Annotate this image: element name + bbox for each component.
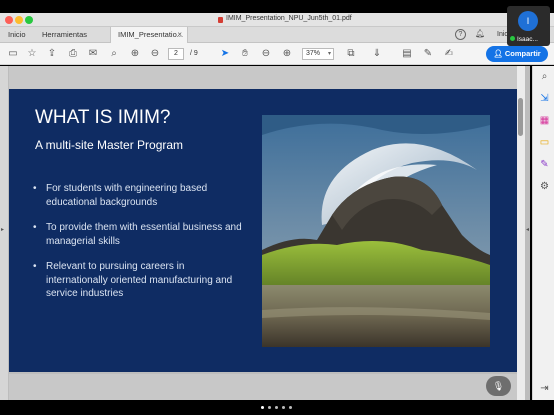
bullet-text: Relevant to pursuing careers in internat… (46, 261, 233, 299)
bookmark-star-icon[interactable]: ☆ (25, 47, 39, 61)
email-icon[interactable]: ✉ (86, 47, 100, 61)
mountain-photo (262, 115, 490, 347)
toolbar: ▭ ☆ ⇪ ⎙ ✉ ⌕ ⊕ ⊖ 2 / 9 ➤ ✋︎ ⊖ ⊕ 37% ▾ ⧉ ⇓… (0, 43, 554, 65)
bottom-bar (0, 400, 554, 415)
microphone-mute-button[interactable]: 🎙︎ (486, 376, 511, 396)
export-pdf-icon[interactable]: ⇲ (538, 92, 551, 105)
sign-icon[interactable]: ✍︎ (442, 47, 456, 61)
zoom-select[interactable]: 37% ▾ (302, 48, 334, 60)
avatar: I (518, 11, 538, 31)
vertical-scrollbar[interactable] (517, 66, 525, 400)
print-icon[interactable]: ⎙ (66, 47, 80, 61)
search-zoom-icon[interactable]: ⌕ (538, 70, 551, 83)
window-title-bar: IMIM_Presentation_NPU_Jun5th_01.pdf (0, 13, 554, 27)
fill-sign-icon[interactable]: ✎ (538, 158, 551, 171)
video-participant-tile[interactable]: I Isaac... (507, 6, 550, 46)
screen: IMIM_Presentation_NPU_Jun5th_01.pdf Inic… (0, 0, 554, 415)
bullet-text: For students with engineering based educ… (46, 183, 208, 208)
slide-page: WHAT IS IMIM? A multi-site Master Progra… (9, 89, 517, 372)
upload-icon[interactable]: ⇪ (45, 47, 59, 61)
tab-close-icon[interactable]: × (177, 27, 182, 43)
pager-dot[interactable] (261, 406, 264, 409)
window-title: IMIM_Presentation_NPU_Jun5th_01.pdf (226, 15, 352, 22)
mic-off-icon: 🎙︎ (492, 381, 505, 391)
slide-title: WHAT IS IMIM? (35, 107, 171, 128)
tab-bar: Inicio Herramientas IMIM_Presentatio... … (0, 27, 554, 43)
list-item: • Relevant to pursuing careers in interna… (33, 260, 248, 301)
page-up-icon[interactable]: ⊕ (128, 47, 142, 61)
scrollbar-thumb[interactable] (518, 98, 523, 136)
hand-tool-icon[interactable]: ✋︎ (238, 47, 252, 61)
save-icon[interactable]: ▭ (6, 47, 20, 61)
pager-dot[interactable] (268, 406, 271, 409)
bullet-icon: • (33, 261, 37, 272)
bullet-text: To provide them with essential business … (46, 222, 242, 247)
zoom-search-icon[interactable]: ⌕ (107, 47, 121, 61)
page-count: / 9 (190, 50, 198, 57)
share-button-label: Compartir (504, 49, 541, 58)
participant-name: Isaac... (510, 36, 538, 43)
slide-subtitle: A multi-site Master Program (35, 138, 184, 152)
bullet-list: • For students with engineering based edu… (33, 182, 248, 313)
help-icon[interactable]: ? (455, 29, 466, 40)
share-icon: 👤︎ (493, 49, 505, 58)
edit-pdf-icon[interactable]: ▦ (538, 114, 551, 127)
window-close-button[interactable] (5, 16, 13, 24)
window-minimize-button[interactable] (15, 16, 23, 24)
window-maximize-button[interactable] (25, 16, 33, 24)
tab-document-label: IMIM_Presentatio... (118, 30, 184, 39)
pager-dot[interactable] (275, 406, 278, 409)
zoom-value: 37% (306, 50, 321, 57)
pager-dot[interactable] (282, 406, 285, 409)
page-down-icon[interactable]: ⊖ (148, 47, 162, 61)
list-item: • To provide them with essential business… (33, 221, 248, 248)
pen-icon[interactable]: ✎ (421, 47, 435, 61)
collapse-right-panel-icon[interactable]: ◂ (526, 226, 529, 233)
collapse-panel-icon[interactable]: ⇥ (538, 382, 551, 395)
scroll-icon[interactable]: ⇓ (370, 47, 384, 61)
right-tools-panel: ⌕ ⇲ ▦ ▭ ✎ ⚙︎ ⇥ (532, 66, 554, 400)
share-button[interactable]: 👤︎ Compartir (486, 46, 548, 62)
zoom-in-icon[interactable]: ⊕ (280, 47, 294, 61)
chevron-down-icon: ▾ (327, 51, 331, 57)
select-cursor-icon[interactable]: ➤ (218, 47, 232, 61)
mic-icon (510, 36, 515, 41)
next-page (9, 374, 517, 400)
tab-inicio[interactable]: Inicio (8, 27, 26, 43)
current-page-input[interactable]: 2 (168, 48, 184, 60)
more-tools-icon[interactable]: ⚙︎ (538, 180, 551, 193)
tab-herramientas[interactable]: Herramientas (42, 27, 87, 43)
expand-left-arrow-icon: ▸ (1, 227, 5, 233)
zoom-out-icon[interactable]: ⊖ (259, 47, 273, 61)
tab-document[interactable]: IMIM_Presentatio... × (110, 27, 188, 43)
pdf-file-icon (218, 17, 223, 23)
comment-icon[interactable]: ▤ (400, 47, 414, 61)
pager-dot[interactable] (289, 406, 292, 409)
previous-page (9, 66, 517, 89)
list-item: • For students with engineering based edu… (33, 182, 248, 209)
mountain-landscape-image (262, 115, 490, 347)
bullet-icon: • (33, 222, 37, 233)
notification-bell-icon[interactable]: 🔔︎ (475, 29, 485, 38)
left-panel-toggle[interactable]: ▸ (0, 66, 8, 400)
bullet-icon: • (33, 183, 37, 194)
comment-icon[interactable]: ▭ (538, 136, 551, 149)
fit-page-icon[interactable]: ⧉ (344, 47, 358, 61)
participant-name-label: Isaac... (517, 36, 538, 43)
